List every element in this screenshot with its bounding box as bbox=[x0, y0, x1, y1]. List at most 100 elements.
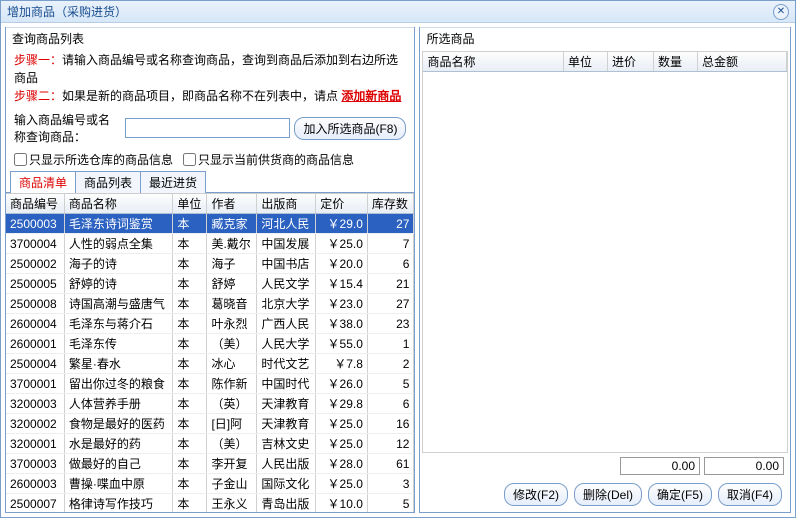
table-row[interactable]: 2500002海子的诗本海子中国书店￥20.06 bbox=[6, 254, 414, 274]
chk-warehouse-box[interactable] bbox=[14, 153, 27, 166]
cell-pub: 中国书店 bbox=[257, 254, 316, 274]
product-grid[interactable]: 商品编号 商品名称 单位 作者 出版商 定价 库存数 2500003毛泽东诗词鉴… bbox=[6, 193, 414, 512]
cell-price: ￥10.0 bbox=[316, 494, 368, 513]
table-row[interactable]: 3700004人性的弱点全集本美.戴尔中国发展￥25.07 bbox=[6, 234, 414, 254]
cell-unit: 本 bbox=[173, 214, 207, 234]
table-row[interactable]: 2600003曹操·喋血中原本子金山国际文化￥25.03 bbox=[6, 474, 414, 494]
edit-button[interactable]: 修改(F2) bbox=[504, 483, 568, 506]
cell-pub: 时代文艺 bbox=[257, 354, 316, 374]
cell-unit: 本 bbox=[173, 334, 207, 354]
col-name[interactable]: 商品名称 bbox=[64, 194, 172, 214]
cell-author: 冰心 bbox=[207, 354, 257, 374]
add-selected-button[interactable]: 加入所选商品(F8) bbox=[294, 117, 406, 140]
col-price[interactable]: 进价 bbox=[607, 52, 653, 72]
col-unit[interactable]: 单位 bbox=[173, 194, 207, 214]
col-id[interactable]: 商品编号 bbox=[6, 194, 64, 214]
cell-pub: 北京大学 bbox=[257, 294, 316, 314]
table-row[interactable]: 3700001留出你过冬的粮食本陈作新中国时代￥26.05 bbox=[6, 374, 414, 394]
table-row[interactable]: 3700003做最好的自己本李开复人民出版￥28.061 bbox=[6, 454, 414, 474]
table-row[interactable]: 2500008诗国高潮与盛唐气本葛晓音北京大学￥23.027 bbox=[6, 294, 414, 314]
add-new-product-link[interactable]: 添加新商品 bbox=[341, 89, 401, 103]
chk-supplier[interactable]: 只显示当前供货商的商品信息 bbox=[183, 151, 354, 168]
step1-label: 步骤一： bbox=[14, 53, 62, 67]
col-qty[interactable]: 数量 bbox=[653, 52, 697, 72]
search-row: 输入商品编号或名称查询商品： 加入所选商品(F8) bbox=[6, 109, 414, 149]
cell-price: ￥7.8 bbox=[316, 354, 368, 374]
cell-price: ￥25.0 bbox=[316, 414, 368, 434]
instructions: 步骤一：请输入商品编号或名称查询商品，查询到商品后添加到右边所选商品 步骤二：如… bbox=[6, 49, 414, 109]
chk-supplier-box[interactable] bbox=[183, 153, 196, 166]
table-row[interactable]: 2500003毛泽东诗词鉴赏本臧克家河北人民￥29.027 bbox=[6, 214, 414, 234]
cell-unit: 本 bbox=[173, 414, 207, 434]
cell-name: 舒婷的诗 bbox=[64, 274, 172, 294]
cell-id: 2500004 bbox=[6, 354, 64, 374]
cell-unit: 本 bbox=[173, 494, 207, 513]
cell-price: ￥28.0 bbox=[316, 454, 368, 474]
cell-pub: 吉林文史 bbox=[257, 434, 316, 454]
col-qty[interactable]: 库存数 bbox=[367, 194, 414, 214]
titlebar: 增加商品（采购进货） ✕ bbox=[1, 1, 795, 23]
tab-recent[interactable]: 最近进货 bbox=[140, 171, 206, 193]
cell-name: 格律诗写作技巧 bbox=[64, 494, 172, 513]
table-row[interactable]: 2600001毛泽东传本（美）人民大学￥55.01 bbox=[6, 334, 414, 354]
cell-price: ￥25.0 bbox=[316, 434, 368, 454]
cell-name: 人体营养手册 bbox=[64, 394, 172, 414]
cell-pub: 天津教育 bbox=[257, 414, 316, 434]
cell-author: 臧克家 bbox=[207, 214, 257, 234]
cell-name: 繁星·春水 bbox=[64, 354, 172, 374]
col-total[interactable]: 总金额 bbox=[697, 52, 786, 72]
ok-button[interactable]: 确定(F5) bbox=[648, 483, 712, 506]
delete-button[interactable]: 删除(Del) bbox=[574, 483, 642, 506]
total-amount bbox=[704, 457, 784, 475]
col-unit[interactable]: 单位 bbox=[563, 52, 607, 72]
table-row[interactable]: 2600004毛泽东与蒋介石本叶永烈广西人民￥38.023 bbox=[6, 314, 414, 334]
table-row[interactable]: 3200002食物是最好的医药本[日]阿天津教育￥25.016 bbox=[6, 414, 414, 434]
selected-table: 商品名称 单位 进价 数量 总金额 bbox=[423, 52, 787, 72]
cell-qty: 21 bbox=[367, 274, 414, 294]
cell-author: 舒婷 bbox=[207, 274, 257, 294]
cell-id: 2600004 bbox=[6, 314, 64, 334]
chk-warehouse[interactable]: 只显示所选仓库的商品信息 bbox=[14, 151, 173, 168]
cell-name: 人性的弱点全集 bbox=[64, 234, 172, 254]
table-row[interactable]: 2500007格律诗写作技巧本王永义青岛出版￥10.05 bbox=[6, 494, 414, 513]
cell-author: （英） bbox=[207, 394, 257, 414]
cell-id: 3200002 bbox=[6, 414, 64, 434]
cancel-button[interactable]: 取消(F4) bbox=[718, 483, 782, 506]
cell-unit: 本 bbox=[173, 274, 207, 294]
cell-name: 做最好的自己 bbox=[64, 454, 172, 474]
cell-id: 3700004 bbox=[6, 234, 64, 254]
cell-id: 3700003 bbox=[6, 454, 64, 474]
cell-author: [日]阿 bbox=[207, 414, 257, 434]
cell-price: ￥26.0 bbox=[316, 374, 368, 394]
product-table: 商品编号 商品名称 单位 作者 出版商 定价 库存数 2500003毛泽东诗词鉴… bbox=[6, 194, 414, 512]
tab-product-list[interactable]: 商品清单 bbox=[10, 171, 76, 193]
selected-grid[interactable]: 商品名称 单位 进价 数量 总金额 bbox=[422, 51, 788, 453]
cell-id: 3200003 bbox=[6, 394, 64, 414]
cell-price: ￥20.0 bbox=[316, 254, 368, 274]
col-pub[interactable]: 出版商 bbox=[257, 194, 316, 214]
cell-qty: 12 bbox=[367, 434, 414, 454]
cell-qty: 27 bbox=[367, 214, 414, 234]
cell-id: 2500003 bbox=[6, 214, 64, 234]
window: 增加商品（采购进货） ✕ 查询商品列表 步骤一：请输入商品编号或名称查询商品，查… bbox=[0, 0, 796, 518]
cell-id: 2600001 bbox=[6, 334, 64, 354]
table-row[interactable]: 2500005舒婷的诗本舒婷人民文学￥15.421 bbox=[6, 274, 414, 294]
cell-author: 叶永烈 bbox=[207, 314, 257, 334]
cell-author: 子金山 bbox=[207, 474, 257, 494]
cell-id: 3200001 bbox=[6, 434, 64, 454]
col-name[interactable]: 商品名称 bbox=[423, 52, 563, 72]
tab-product-table[interactable]: 商品列表 bbox=[75, 171, 141, 193]
cell-pub: 中国时代 bbox=[257, 374, 316, 394]
table-row[interactable]: 3200001水是最好的药本（美）吉林文史￥25.012 bbox=[6, 434, 414, 454]
close-icon[interactable]: ✕ bbox=[773, 4, 789, 20]
col-price[interactable]: 定价 bbox=[316, 194, 368, 214]
table-row[interactable]: 3200003人体营养手册本（英）天津教育￥29.86 bbox=[6, 394, 414, 414]
selected-group-title: 所选商品 bbox=[420, 27, 790, 49]
totals-row bbox=[420, 455, 790, 477]
cell-id: 2500008 bbox=[6, 294, 64, 314]
cell-qty: 6 bbox=[367, 254, 414, 274]
table-row[interactable]: 2500004繁星·春水本冰心时代文艺￥7.82 bbox=[6, 354, 414, 374]
col-author[interactable]: 作者 bbox=[207, 194, 257, 214]
search-input[interactable] bbox=[125, 118, 290, 138]
cell-qty: 23 bbox=[367, 314, 414, 334]
